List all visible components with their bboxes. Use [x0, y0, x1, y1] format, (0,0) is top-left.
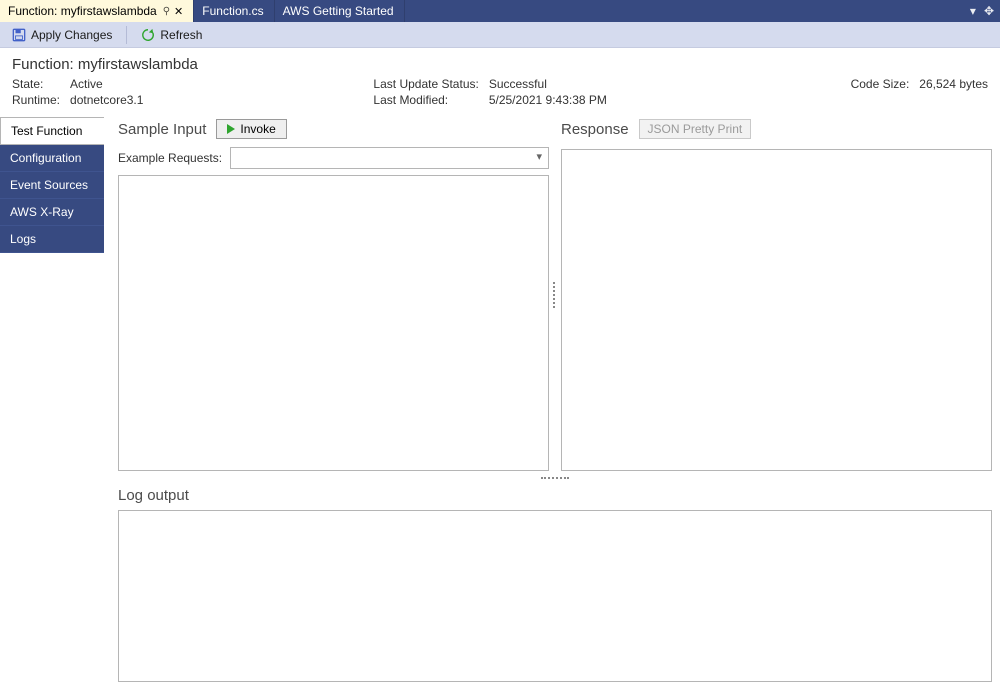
log-output-panel: Log output — [118, 481, 992, 682]
log-output-textarea[interactable] — [118, 510, 992, 682]
refresh-button[interactable]: Refresh — [135, 26, 208, 44]
sidebar-item-label: Logs — [10, 232, 36, 246]
info-col-left: State: Active Runtime: dotnetcore3.1 — [12, 77, 143, 107]
apply-changes-button[interactable]: Apply Changes — [6, 26, 118, 44]
body: Test Function Configuration Event Source… — [0, 117, 1000, 690]
sample-input-header: Sample Input Invoke — [118, 119, 549, 139]
last-update-status-value: Successful — [489, 77, 607, 91]
code-size-label: Code Size: — [851, 77, 910, 107]
sample-input-panel: Sample Input Invoke Example Requests: — [118, 119, 549, 471]
code-size-value: 26,524 bytes — [919, 77, 988, 107]
response-panel: Response JSON Pretty Print — [561, 119, 992, 471]
function-title: Function: myfirstawslambda — [12, 56, 988, 73]
doc-tab-function-cs[interactable]: Function.cs — [194, 0, 274, 22]
apply-changes-label: Apply Changes — [31, 28, 112, 42]
function-name: myfirstawslambda — [78, 56, 198, 73]
doc-tab-label: Function: myfirstawslambda — [8, 4, 157, 18]
tabstrip-controls: ▾ ✥ — [964, 0, 1000, 22]
refresh-label: Refresh — [160, 28, 202, 42]
doc-tab-aws-getting-started[interactable]: AWS Getting Started — [275, 0, 405, 22]
runtime-label: Runtime: — [12, 93, 60, 107]
response-header: Response JSON Pretty Print — [561, 119, 992, 139]
main-panel: Sample Input Invoke Example Requests: Re… — [104, 117, 1000, 690]
doc-tab-function-lambda[interactable]: Function: myfirstawslambda ⚲ ✕ — [0, 0, 194, 22]
example-requests-label: Example Requests: — [118, 151, 222, 165]
doc-tab-label: Function.cs — [202, 4, 263, 18]
input-response-row: Sample Input Invoke Example Requests: Re… — [118, 119, 992, 471]
sidebar-item-aws-xray[interactable]: AWS X-Ray — [0, 199, 104, 226]
sample-input-title: Sample Input — [118, 121, 206, 138]
vertical-splitter[interactable] — [551, 119, 559, 471]
play-icon — [227, 124, 235, 134]
close-icon[interactable]: ✕ — [174, 5, 183, 18]
sample-input-textarea[interactable] — [118, 175, 549, 471]
sidebar-item-label: Test Function — [11, 124, 82, 138]
response-title: Response — [561, 121, 629, 138]
sidebar-item-event-sources[interactable]: Event Sources — [0, 172, 104, 199]
last-modified-value: 5/25/2021 9:43:38 PM — [489, 93, 607, 107]
sidebar-item-label: Configuration — [10, 151, 81, 165]
sidebar-item-label: AWS X-Ray — [10, 205, 74, 219]
state-value: Active — [70, 77, 143, 91]
example-requests-row: Example Requests: — [118, 147, 549, 169]
response-textarea[interactable] — [561, 149, 992, 471]
last-update-status-label: Last Update Status: — [373, 77, 478, 91]
last-modified-label: Last Modified: — [373, 93, 478, 107]
sidebar: Test Function Configuration Event Source… — [0, 117, 104, 690]
tabstrip-spacer — [405, 0, 964, 22]
example-requests-dropdown[interactable] — [230, 147, 549, 169]
runtime-value: dotnetcore3.1 — [70, 93, 143, 107]
function-info-grid: State: Active Runtime: dotnetcore3.1 Las… — [12, 77, 988, 107]
doc-tab-label: AWS Getting Started — [283, 4, 394, 18]
title-prefix: Function: — [12, 56, 74, 73]
toolbar-separator — [126, 26, 127, 44]
invoke-label: Invoke — [240, 122, 275, 136]
info-col-center: Last Update Status: Successful Last Modi… — [373, 77, 607, 107]
state-label: State: — [12, 77, 60, 91]
sidebar-item-logs[interactable]: Logs — [0, 226, 104, 253]
toolbar: Apply Changes Refresh — [0, 22, 1000, 48]
sidebar-item-test-function[interactable]: Test Function — [0, 117, 104, 145]
refresh-icon — [141, 28, 155, 42]
pin-icon[interactable]: ⚲ — [163, 6, 170, 17]
function-header: Function: myfirstawslambda State: Active… — [0, 48, 1000, 113]
sidebar-item-label: Event Sources — [10, 178, 88, 192]
save-icon — [12, 28, 26, 42]
info-col-right: Code Size: 26,524 bytes — [851, 77, 988, 107]
log-output-title: Log output — [118, 487, 992, 504]
tab-overflow-dropdown-icon[interactable]: ▾ — [970, 4, 976, 18]
invoke-button[interactable]: Invoke — [216, 119, 286, 139]
sidebar-item-configuration[interactable]: Configuration — [0, 145, 104, 172]
window-position-icon[interactable]: ✥ — [984, 4, 994, 18]
document-tab-strip: Function: myfirstawslambda ⚲ ✕ Function.… — [0, 0, 1000, 22]
json-pretty-print-button[interactable]: JSON Pretty Print — [639, 119, 752, 139]
